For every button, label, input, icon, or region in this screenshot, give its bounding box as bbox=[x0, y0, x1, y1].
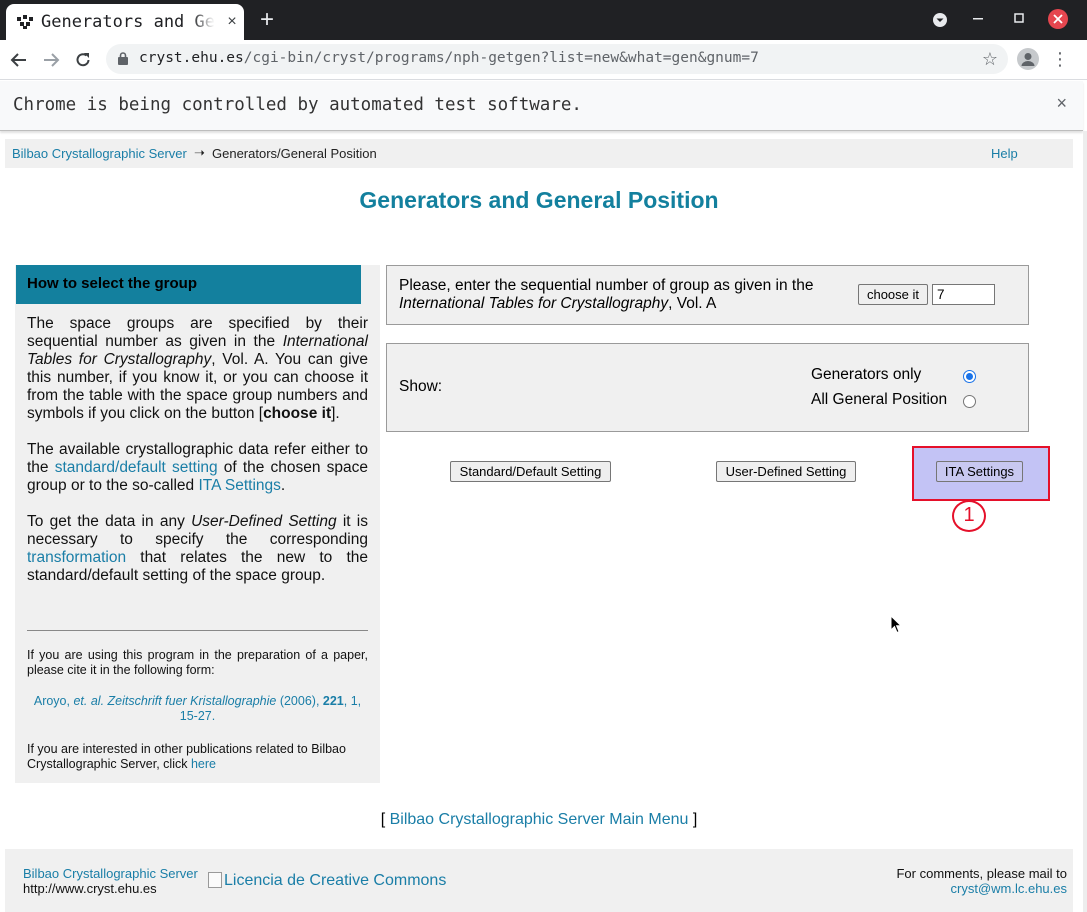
creative-commons-image[interactable]: Licencia de Creative Commons bbox=[208, 872, 446, 890]
breadcrumb: Bilbao Crystallographic Server ➝ Generat… bbox=[5, 139, 1073, 168]
here-link[interactable]: here bbox=[191, 757, 216, 771]
address-bar[interactable]: cryst.ehu.es/cgi-bin/cryst/programs/nph-… bbox=[106, 44, 1008, 74]
star-icon[interactable]: ☆ bbox=[982, 48, 998, 70]
text: . bbox=[280, 477, 286, 494]
standard-default-setting-button[interactable]: Standard/Default Setting bbox=[450, 461, 611, 482]
main-menu-line: [ Bilbao Crystallographic Server Main Me… bbox=[0, 811, 1078, 829]
avatar-icon[interactable] bbox=[1017, 48, 1039, 70]
url-path: /cgi-bin/cryst/programs/nph-getgen?list=… bbox=[243, 50, 759, 66]
new-tab-button[interactable]: + bbox=[256, 7, 278, 33]
infobar-text: Chrome is being controlled by automated … bbox=[13, 95, 582, 115]
choose-it-button[interactable]: choose it bbox=[858, 284, 928, 305]
group-number-input[interactable] bbox=[932, 284, 995, 305]
tab-close-icon[interactable]: × bbox=[224, 13, 240, 31]
text: If you are interested in other publicati… bbox=[27, 742, 346, 771]
text: ]. bbox=[331, 405, 340, 422]
text-italic: et. al. Zeitschrift fuer Kristallographi… bbox=[73, 694, 277, 708]
help-link[interactable]: Help bbox=[991, 146, 1018, 161]
breadcrumb-arrow-icon: ➝ bbox=[194, 145, 205, 160]
standard-setting-link[interactable]: standard/default setting bbox=[55, 459, 218, 476]
page-title: Generators and General Position bbox=[359, 187, 719, 213]
browser-toolbar: cryst.ehu.es/cgi-bin/cryst/programs/nph-… bbox=[0, 40, 1087, 80]
text-italic: International Tables for Crystallography bbox=[399, 295, 669, 312]
help-panel: How to select the group The space groups… bbox=[15, 265, 380, 783]
footer-site-url: http://www.cryst.ehu.es bbox=[23, 881, 157, 896]
maximize-icon[interactable] bbox=[1007, 8, 1031, 32]
help-panel-heading: How to select the group bbox=[16, 265, 361, 304]
show-options-box: Show: Generators only All General Positi… bbox=[386, 343, 1029, 432]
bracket-close: ] bbox=[688, 811, 698, 828]
all-general-position-radio[interactable] bbox=[963, 395, 976, 408]
group-number-box: Please, enter the sequential number of g… bbox=[386, 265, 1029, 325]
text: (2006), bbox=[276, 694, 323, 708]
main-menu-link[interactable]: Bilbao Crystallographic Server Main Menu bbox=[390, 811, 689, 828]
infobar-close-icon[interactable]: × bbox=[1056, 93, 1067, 114]
cite-note: If you are using this program in the pre… bbox=[27, 648, 368, 677]
show-label: Show: bbox=[399, 378, 443, 395]
mouse-cursor-icon bbox=[890, 615, 902, 634]
text: Aroyo, bbox=[33, 694, 74, 708]
breadcrumb-current: Generators/General Position bbox=[212, 146, 377, 161]
transformation-link[interactable]: transformation bbox=[27, 549, 126, 566]
group-number-prompt: Please, enter the sequential number of g… bbox=[399, 277, 849, 313]
scrollbar-track[interactable] bbox=[1083, 131, 1087, 912]
text-bold: choose it bbox=[263, 405, 332, 422]
citation-link[interactable]: Aroyo, et. al. Zeitschrift fuer Kristall… bbox=[27, 694, 368, 724]
other-publications-note: If you are interested in other publicati… bbox=[27, 742, 368, 772]
footer-server-link[interactable]: Bilbao Crystallographic Server bbox=[23, 866, 198, 881]
all-general-position-label: All General Position bbox=[811, 391, 948, 408]
footer: Bilbao Crystallographic Server http://ww… bbox=[5, 849, 1073, 912]
generators-only-label: Generators only bbox=[811, 366, 922, 383]
menu-icon[interactable]: ⋮ bbox=[1050, 48, 1070, 70]
creative-commons-alt-text: Licencia de Creative Commons bbox=[224, 872, 447, 889]
bracket-open: [ bbox=[380, 811, 390, 828]
text: , Vol. A bbox=[668, 295, 717, 312]
text: To get the data in any bbox=[27, 513, 192, 530]
url-text: cryst.ehu.es/cgi-bin/cryst/programs/nph-… bbox=[139, 50, 759, 70]
breadcrumb-home-link[interactable]: Bilbao Crystallographic Server bbox=[12, 146, 187, 161]
text-italic: User-Defined Setting bbox=[191, 513, 337, 530]
minimize-icon[interactable] bbox=[966, 8, 990, 32]
footer-comments-text: For comments, please mail to bbox=[896, 866, 1067, 881]
tab-strip: Generators and General Position × + bbox=[0, 0, 1087, 40]
close-window-icon[interactable] bbox=[1046, 8, 1070, 32]
annotation-marker: 1 bbox=[952, 500, 986, 532]
lock-icon bbox=[118, 52, 128, 65]
tab-title-fade bbox=[192, 8, 220, 36]
favicon-icon bbox=[17, 15, 33, 29]
forward-icon[interactable] bbox=[39, 48, 63, 72]
ita-settings-link[interactable]: ITA Settings bbox=[198, 477, 280, 494]
user-defined-setting-button[interactable]: User-Defined Setting bbox=[716, 461, 856, 482]
back-icon[interactable] bbox=[7, 48, 31, 72]
tab-search-icon[interactable] bbox=[928, 8, 952, 32]
tab-title: Generators and General Position bbox=[41, 12, 217, 32]
help-paragraph-1: The space groups are specified by their … bbox=[27, 315, 368, 423]
automation-infobar: Chrome is being controlled by automated … bbox=[0, 81, 1083, 131]
broken-image-icon bbox=[208, 872, 222, 888]
help-panel-body: The space groups are specified by their … bbox=[27, 315, 368, 603]
help-paragraph-2: The available crystallographic data refe… bbox=[27, 441, 368, 495]
active-tab[interactable]: Generators and General Position × bbox=[6, 4, 244, 40]
help-paragraph-3: To get the data in any User-Defined Sett… bbox=[27, 513, 368, 585]
ita-settings-button[interactable]: ITA Settings bbox=[936, 461, 1023, 482]
text: Please, enter the sequential number of g… bbox=[399, 277, 814, 294]
text-bold: 221 bbox=[322, 694, 344, 708]
url-host: cryst.ehu.es bbox=[139, 50, 244, 66]
generators-only-radio[interactable] bbox=[963, 370, 976, 383]
divider bbox=[27, 630, 368, 631]
reload-icon[interactable] bbox=[71, 48, 95, 72]
footer-email-link[interactable]: cryst@wm.lc.ehu.es bbox=[951, 881, 1068, 896]
